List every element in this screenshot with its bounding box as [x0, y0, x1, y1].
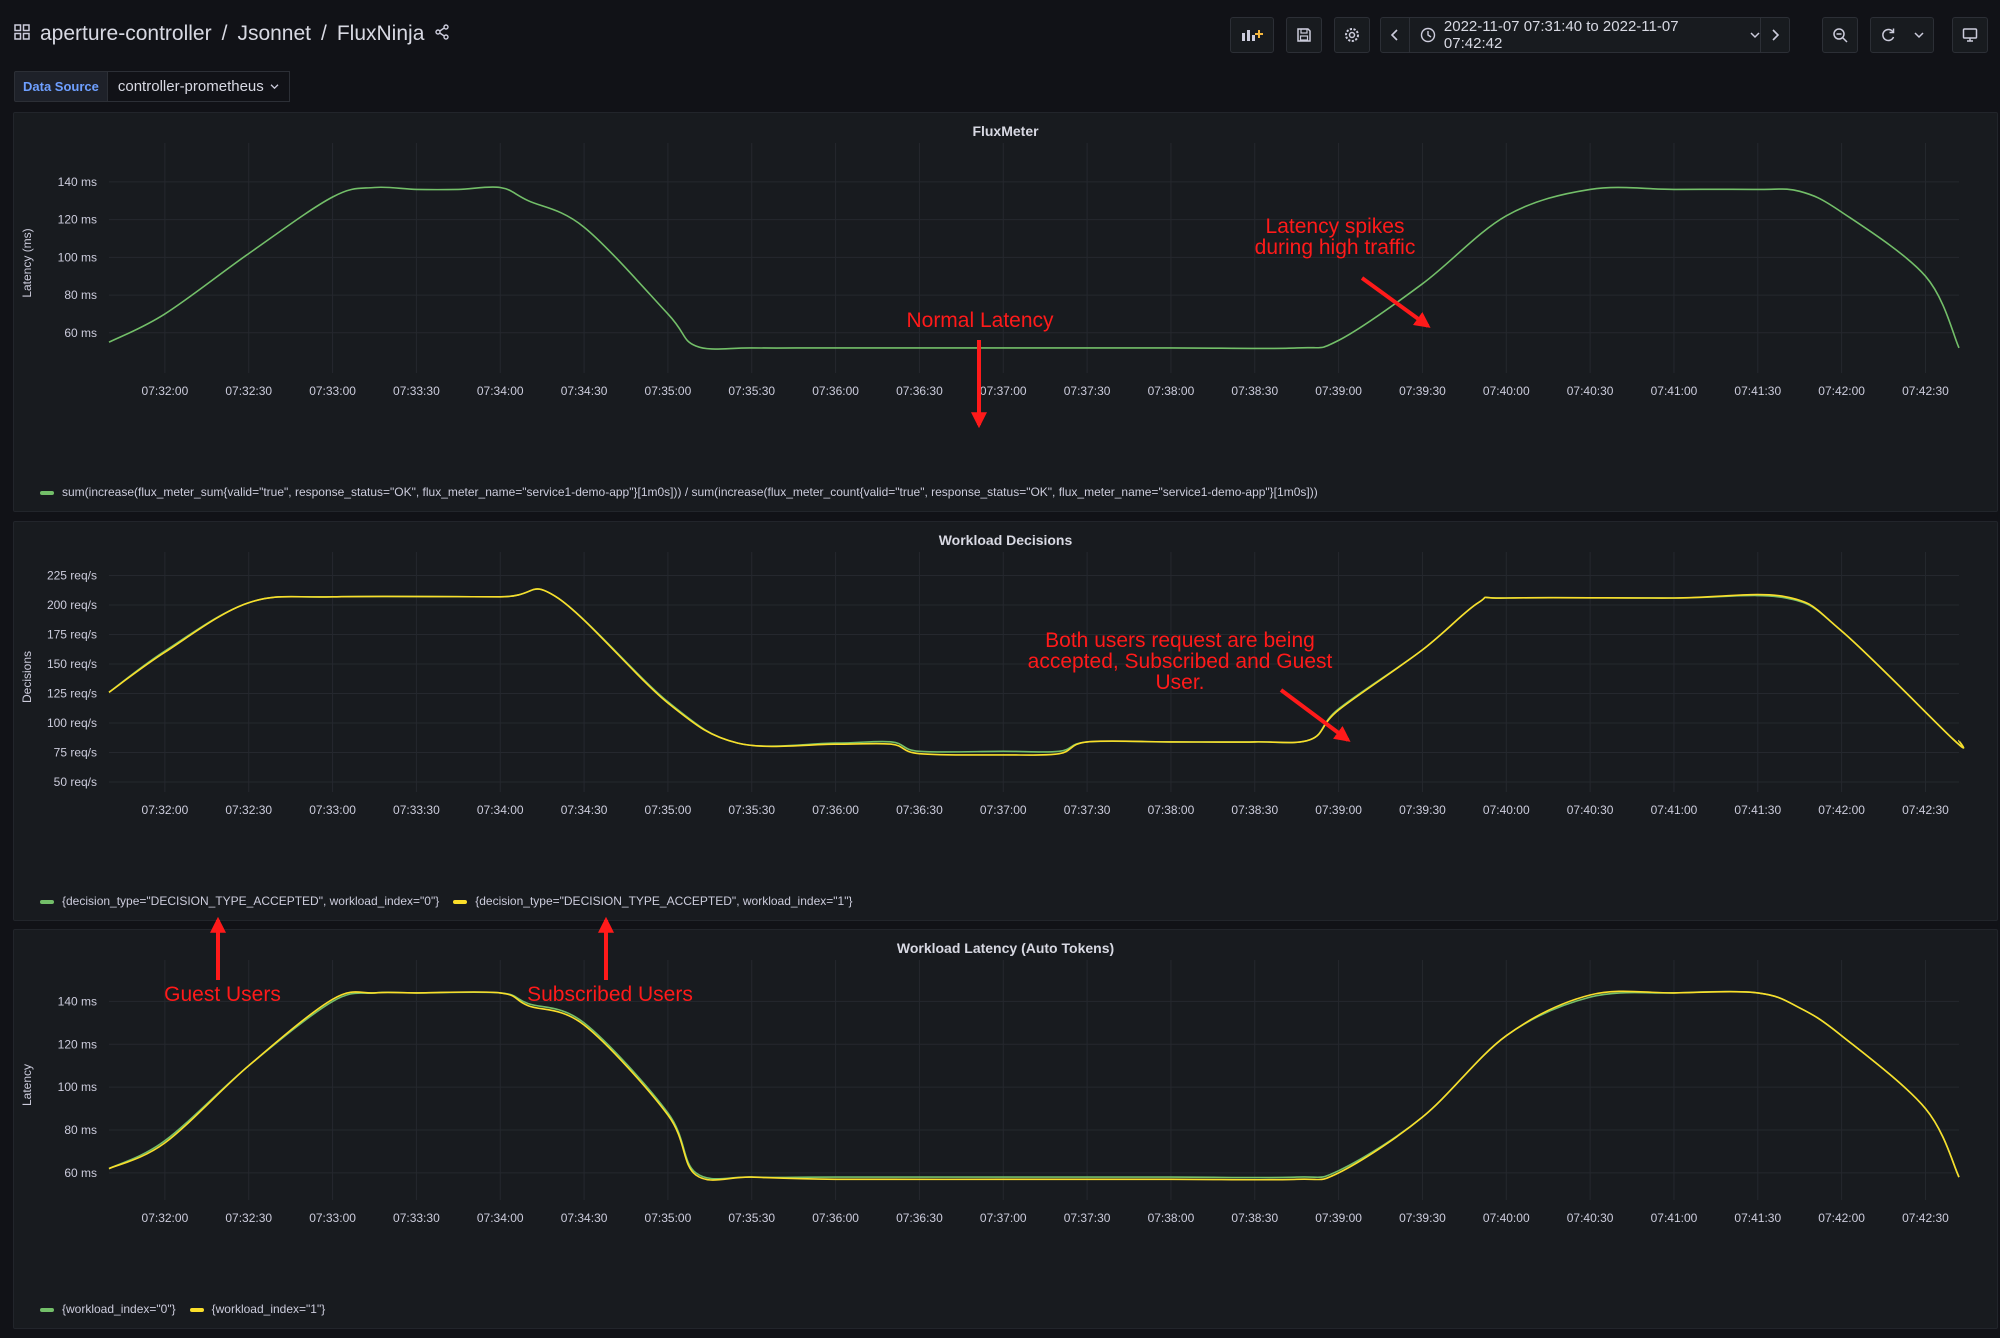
arrow-both-users: [1279, 688, 1351, 742]
arrow-latency-spikes: [1360, 276, 1431, 328]
annotation-arrows: [210, 276, 1431, 980]
